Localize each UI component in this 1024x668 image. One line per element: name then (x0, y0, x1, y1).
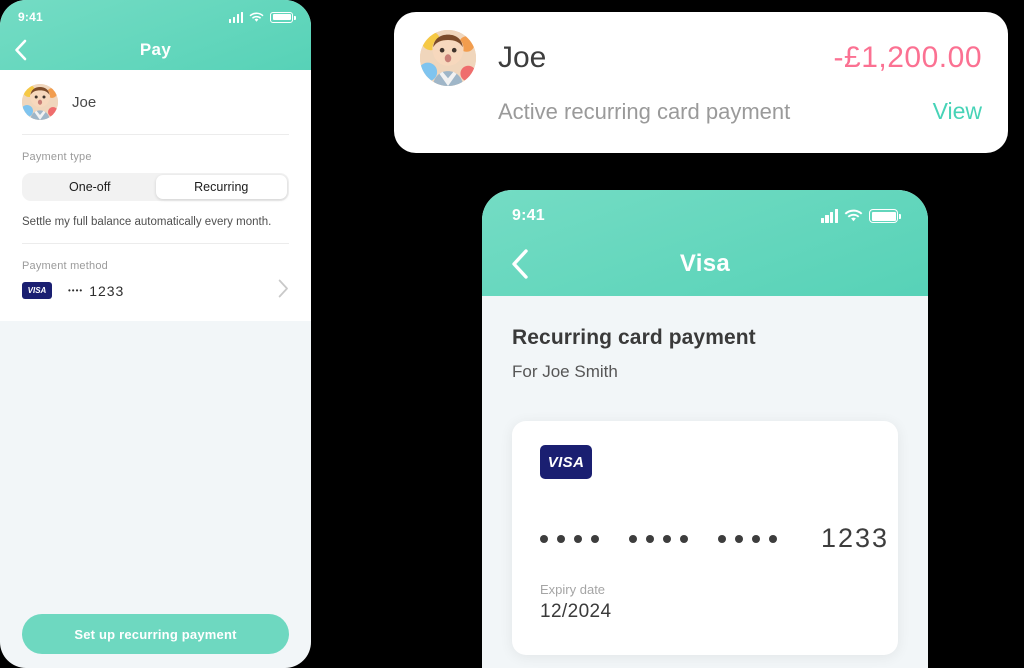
payee-name: Joe (72, 93, 97, 111)
notification-subtitle: Active recurring card payment (498, 98, 791, 124)
segment-recurring[interactable]: Recurring (155, 175, 287, 199)
visa-logo-icon: VISA (22, 282, 52, 299)
visa-subheading: For Joe Smith (512, 362, 618, 381)
payment-method-label: Payment method (22, 260, 108, 272)
notification-bottom-row: Active recurring card payment View (420, 98, 982, 125)
payment-method-row[interactable]: VISA •••• 1233 (22, 279, 289, 299)
pay-content-sheet: Joe Payment type One-off Recurring Settl… (0, 70, 311, 321)
chevron-left-icon[interactable] (510, 248, 529, 280)
wifi-icon (844, 209, 863, 223)
visa-logo-icon: VISA (540, 445, 592, 479)
pay-screen-phone: 9:41 Pay Joe Payment type One-off Recurr… (0, 0, 311, 668)
avatar-child-photo (420, 30, 476, 86)
status-bar-icons (228, 11, 296, 23)
signal-bars-icon (228, 11, 243, 23)
card-digit-group-2 (629, 534, 688, 543)
status-bar-icons (820, 209, 901, 223)
screenshot-canvas: 9:41 Pay Joe Payment type One-off Recurr… (0, 0, 1024, 668)
avatar-child-photo (22, 84, 58, 120)
card-digit-group-3 (718, 534, 777, 543)
chevron-left-icon[interactable] (14, 39, 27, 61)
view-link[interactable]: View (933, 98, 982, 125)
card-number-row: 1233 (540, 523, 887, 554)
signal-bars-icon (820, 209, 838, 223)
visa-content: Recurring card payment For Joe Smith VIS… (482, 296, 928, 655)
notification-top-row: Joe -£1,200.00 (420, 30, 982, 86)
status-bar-time: 9:41 (512, 207, 545, 224)
visa-detail-phone: 9:41 Visa Recurring card payment For Joe… (482, 190, 928, 668)
expiry-date-value: 12/2024 (540, 601, 612, 622)
cta-container: Set up recurring payment (0, 614, 311, 654)
card-detail-tile: VISA 1233 Expiry date 12/2024 (512, 421, 898, 655)
page-title: Visa (679, 250, 731, 277)
card-digit-group-1 (540, 534, 599, 543)
payment-type-helper-text: Settle my full balance automatically eve… (22, 216, 272, 228)
battery-icon (869, 209, 901, 223)
card-last4: 1233 (89, 282, 125, 299)
pay-navbar: Pay (0, 30, 311, 70)
payment-type-section: Payment type One-off Recurring Settle my… (22, 135, 289, 243)
payment-type-label: Payment type (22, 151, 92, 163)
battery-icon (270, 11, 296, 23)
notification-payee-name: Joe (498, 41, 547, 74)
page-title: Pay (139, 40, 172, 59)
wifi-icon (249, 11, 264, 23)
visa-header: 9:41 Visa (482, 190, 928, 296)
payment-method-section[interactable]: Payment method VISA •••• 1233 (22, 244, 289, 321)
status-bar-time: 9:41 (18, 10, 43, 24)
visa-navbar: Visa (482, 232, 928, 296)
payment-notification-card[interactable]: Joe -£1,200.00 Active recurring card pay… (394, 12, 1008, 153)
payee-row[interactable]: Joe (22, 70, 289, 134)
segment-one-off[interactable]: One-off (24, 175, 156, 199)
card-last4: 1233 (821, 523, 890, 553)
status-bar: 9:41 (482, 190, 928, 232)
chevron-right-icon[interactable] (278, 279, 289, 303)
card-mask-dots: •••• (68, 286, 84, 295)
pay-header: 9:41 Pay (0, 0, 311, 70)
set-up-recurring-payment-button[interactable]: Set up recurring payment (22, 614, 289, 654)
visa-heading: Recurring card payment (512, 326, 756, 349)
payment-type-segmented-control[interactable]: One-off Recurring (22, 173, 289, 201)
notification-amount: -£1,200.00 (833, 41, 982, 74)
status-bar: 9:41 (0, 0, 311, 30)
expiry-date-label: Expiry date (540, 582, 606, 597)
